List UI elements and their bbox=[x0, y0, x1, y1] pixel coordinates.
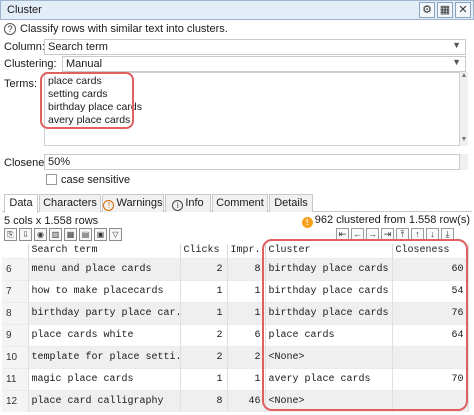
info-icon: i bbox=[172, 200, 184, 211]
tab-label: Details bbox=[274, 197, 308, 209]
tab-label: Comment bbox=[216, 197, 264, 209]
impressions-cell: 8 bbox=[227, 257, 266, 280]
split-icon[interactable]: ▤ bbox=[79, 228, 92, 241]
help-icon[interactable]: ? bbox=[4, 23, 16, 35]
warning-icon: ! bbox=[103, 200, 115, 211]
clicks-cell: 8 bbox=[180, 389, 228, 412]
cluster-highlight bbox=[262, 239, 468, 411]
impressions-cell: 6 bbox=[227, 323, 266, 346]
closeness-input[interactable]: 50% bbox=[44, 154, 460, 170]
column-header[interactable]: Impr. bbox=[227, 244, 266, 258]
filter-icon[interactable]: ▽ bbox=[109, 228, 122, 241]
terms-label: Terms: bbox=[4, 78, 37, 90]
row-number: 12 bbox=[2, 389, 29, 412]
title-bar: Cluster ⚙ ▦ ✕ bbox=[0, 0, 474, 20]
window-title: Cluster bbox=[7, 4, 42, 16]
clicks-cell: 2 bbox=[180, 323, 228, 346]
tab-label: Data bbox=[9, 197, 33, 209]
case-sensitive-checkbox[interactable] bbox=[46, 174, 57, 185]
clicks-cell: 1 bbox=[180, 279, 228, 302]
search-term-cell: magic place cards bbox=[28, 367, 181, 390]
settings-icon[interactable]: ⚙ bbox=[419, 2, 435, 18]
impressions-cell: 2 bbox=[227, 345, 266, 368]
grid-icon[interactable]: ▦ bbox=[64, 228, 77, 241]
copy-icon[interactable]: ⎘ bbox=[4, 228, 17, 241]
table-view-icon[interactable]: ▣ bbox=[94, 228, 107, 241]
search-term-cell: menu and place cards bbox=[28, 257, 181, 280]
tab-details[interactable]: Details bbox=[269, 194, 313, 212]
tab-data[interactable]: Data bbox=[4, 194, 38, 213]
scroll-down-icon[interactable]: ▼ bbox=[460, 136, 468, 143]
column-header[interactable] bbox=[2, 244, 29, 258]
scroll-up-icon[interactable]: ▲ bbox=[460, 72, 468, 79]
tab-label: Characters bbox=[43, 197, 97, 209]
eye-icon[interactable]: ◉ bbox=[34, 228, 47, 241]
clicks-cell: 1 bbox=[180, 367, 228, 390]
impressions-cell: 46 bbox=[227, 389, 266, 412]
closeness-value: 50% bbox=[48, 156, 71, 168]
tab-label: Info bbox=[185, 197, 204, 209]
row-number: 6 bbox=[2, 257, 29, 280]
column-label: Column: bbox=[4, 41, 45, 53]
row-number: 7 bbox=[2, 279, 29, 302]
warning-icon: ! bbox=[301, 217, 313, 228]
help-text: Classify rows with similar text into clu… bbox=[20, 23, 228, 35]
tab-label: Warnings bbox=[116, 197, 163, 209]
tab-comment[interactable]: Comment bbox=[212, 194, 268, 212]
export-icon[interactable]: ⇩ bbox=[19, 228, 32, 241]
impressions-cell: 1 bbox=[227, 301, 266, 324]
chevron-down-icon: ▼ bbox=[452, 40, 461, 50]
column-header[interactable]: Search term bbox=[28, 244, 181, 258]
help-row: ? Classify rows with similar text into c… bbox=[4, 23, 464, 37]
impressions-cell: 1 bbox=[227, 367, 266, 390]
chevron-down-icon: ▼ bbox=[452, 57, 461, 67]
table-icon[interactable]: ▦ bbox=[437, 2, 453, 18]
row-number: 9 bbox=[2, 323, 29, 346]
search-term-cell: how to make placecards bbox=[28, 279, 181, 302]
tab-warnings[interactable]: ! Warnings bbox=[102, 194, 164, 212]
column-value: Search term bbox=[48, 41, 108, 53]
clicks-cell: 2 bbox=[180, 345, 228, 368]
search-term-cell: birthday party place car... bbox=[28, 301, 181, 324]
tab-bar: Data Characters ! Warnings i Info Comment … bbox=[2, 194, 472, 213]
clustering-label: Clustering: bbox=[4, 58, 57, 70]
column-select[interactable]: Search term ▼ bbox=[44, 39, 466, 55]
tab-info[interactable]: i Info bbox=[165, 194, 211, 212]
search-term-cell: template for place setti... bbox=[28, 345, 181, 368]
search-term-cell: place card calligraphy bbox=[28, 389, 181, 412]
column-header[interactable]: Clicks bbox=[180, 244, 228, 258]
clicks-cell: 2 bbox=[180, 257, 228, 280]
closeness-scrollbar[interactable] bbox=[460, 154, 468, 170]
row-number: 11 bbox=[2, 367, 29, 390]
row-number: 10 bbox=[2, 345, 29, 368]
terms-scrollbar[interactable]: ▲ ▼ bbox=[460, 72, 468, 146]
terms-highlight bbox=[40, 72, 134, 129]
case-sensitive-label: case sensitive bbox=[61, 174, 131, 186]
clustering-value: Manual bbox=[66, 58, 103, 70]
row-number: 8 bbox=[2, 301, 29, 324]
tab-characters[interactable]: Characters bbox=[39, 194, 101, 212]
clustering-select[interactable]: Manual ▼ bbox=[62, 56, 466, 72]
columns-icon[interactable]: ▥ bbox=[49, 228, 62, 241]
impressions-cell: 1 bbox=[227, 279, 266, 302]
cluster-status-text: 962 clustered from 1.558 row(s) bbox=[314, 214, 470, 226]
clicks-cell: 1 bbox=[180, 301, 228, 324]
search-term-cell: place cards white bbox=[28, 323, 181, 346]
close-icon[interactable]: ✕ bbox=[455, 2, 471, 18]
cluster-status: ! 962 clustered from 1.558 row(s) bbox=[301, 214, 470, 228]
row-count: 5 cols x 1.558 rows bbox=[4, 215, 99, 227]
